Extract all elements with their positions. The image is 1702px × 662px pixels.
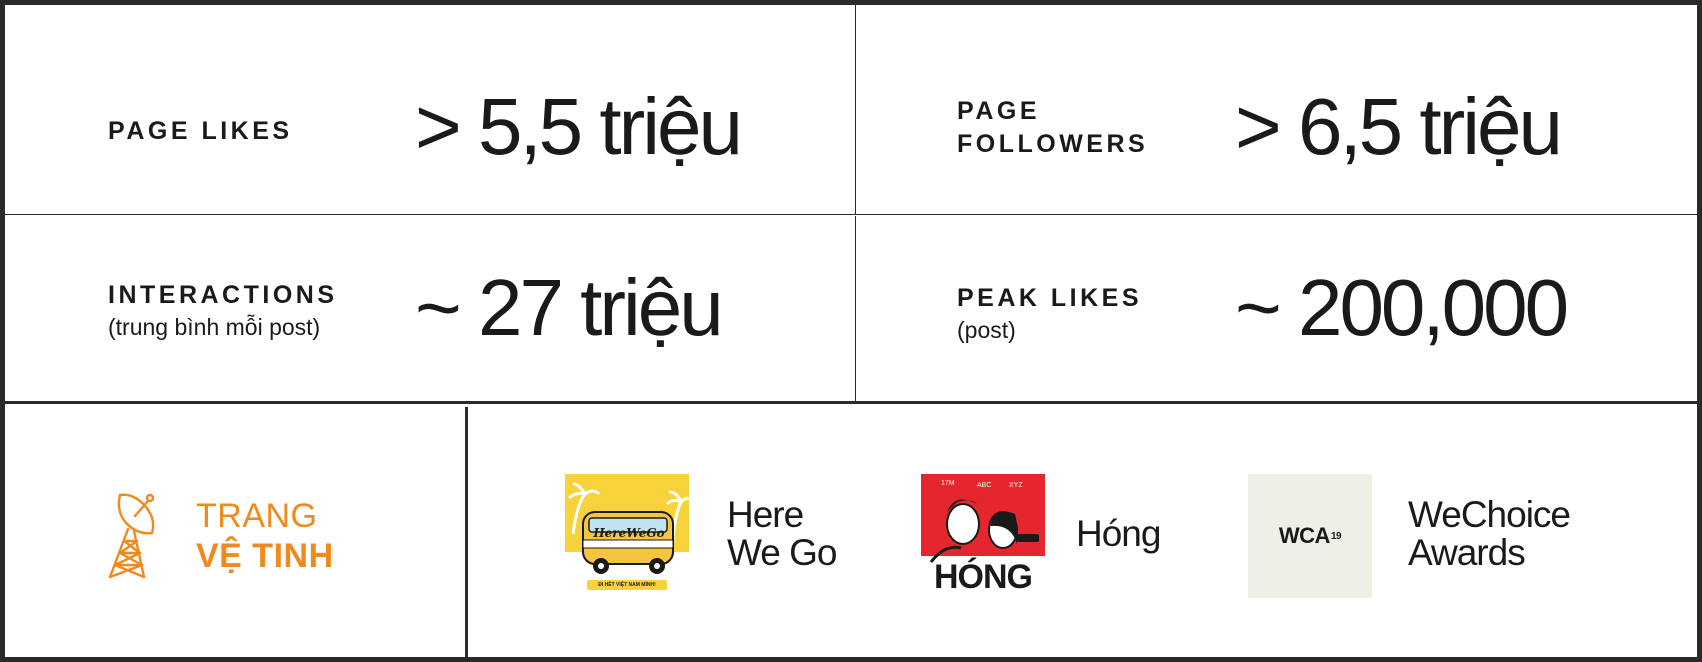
brand-name: TRANG VỆ TINH [196, 496, 334, 576]
brand-name-line: TRANG [196, 497, 318, 535]
stat-label: PAGE LIKES [108, 117, 293, 145]
brand-trang-ve-tinh: TRANG VỆ TINH [5, 407, 468, 657]
stat-label-line: FOLLOWERS [957, 130, 1149, 158]
wca-thumb-sup: 19 [1330, 530, 1342, 542]
herewego-thumb-caption: ĐI HẾT VIỆT NAM MÌNH! [598, 582, 656, 588]
brand-name-line: VỆ TINH [196, 537, 334, 575]
stat-peak-likes: PEAK LIKES (post) ~ 200,000 [856, 216, 1697, 401]
wca-thumb-title: WCA [1278, 523, 1331, 548]
stat-value: ~ 200,000 [1235, 263, 1569, 352]
wca-thumbnail: WCA 19 [1248, 474, 1372, 598]
partner-name-wechoice: WeChoice Awards [1408, 494, 1571, 573]
satellite-dish-icon [108, 493, 155, 579]
hong-tag: 17M [941, 480, 955, 487]
stat-page-likes: PAGE LIKES > 5,5 triệu [5, 5, 856, 214]
stat-label: PEAK LIKES (post) [957, 282, 1142, 345]
stat-value: ~ 27 triệu [415, 263, 724, 352]
partner-name-hong: Hóng [1076, 513, 1161, 554]
partner-list: HereWeGo ĐI HẾT VIỆT NAM MÌNH! Here We G… [468, 407, 1697, 657]
stat-label-text: INTERACTIONS [108, 281, 338, 309]
herewego-thumb-title: HereWeGo [593, 526, 665, 540]
stats-card: PAGE LIKES > 5,5 triệu PAGE FOLLOWERS > … [0, 0, 1702, 662]
partner-name-line: Awards [1408, 532, 1526, 573]
stat-sublabel: (trung bình mỗi post) [108, 314, 321, 340]
stat-label-line: PAGE [957, 97, 1040, 125]
stat-value: > 6,5 triệu [1235, 82, 1563, 171]
stat-page-followers: PAGE FOLLOWERS > 6,5 triệu [856, 5, 1697, 214]
partner-name-line: WeChoice [1408, 494, 1571, 535]
hong-tag: XYZ [1009, 482, 1023, 489]
stat-label: PAGE FOLLOWERS [957, 95, 1148, 161]
partner-name-line: We Go [727, 532, 837, 573]
stats-row-2: INTERACTIONS (trung bình mỗi post) ~ 27 … [5, 216, 1697, 404]
partner-name-herewego: Here We Go [727, 494, 837, 573]
stat-label-text: PEAK LIKES [957, 284, 1143, 312]
partner-name-line: Here [727, 494, 804, 535]
hong-tag: ABC [977, 482, 992, 489]
stats-row-1: PAGE LIKES > 5,5 triệu PAGE FOLLOWERS > … [5, 5, 1697, 215]
stat-label: INTERACTIONS (trung bình mỗi post) [108, 279, 338, 342]
stat-sublabel: (post) [957, 317, 1016, 343]
brands-row: TRANG VỆ TINH HereWeGo ĐI HẾT VIỆT NAM M… [5, 407, 1697, 657]
stat-interactions: INTERACTIONS (trung bình mỗi post) ~ 27 … [5, 216, 856, 401]
hong-thumb-title: HÓNG [934, 558, 1033, 596]
hong-thumbnail: 17M ABC XYZ HÓNG [921, 474, 1045, 598]
stat-value: > 5,5 triệu [415, 82, 743, 171]
herewego-thumbnail: HereWeGo ĐI HẾT VIỆT NAM MÌNH! [565, 474, 689, 598]
